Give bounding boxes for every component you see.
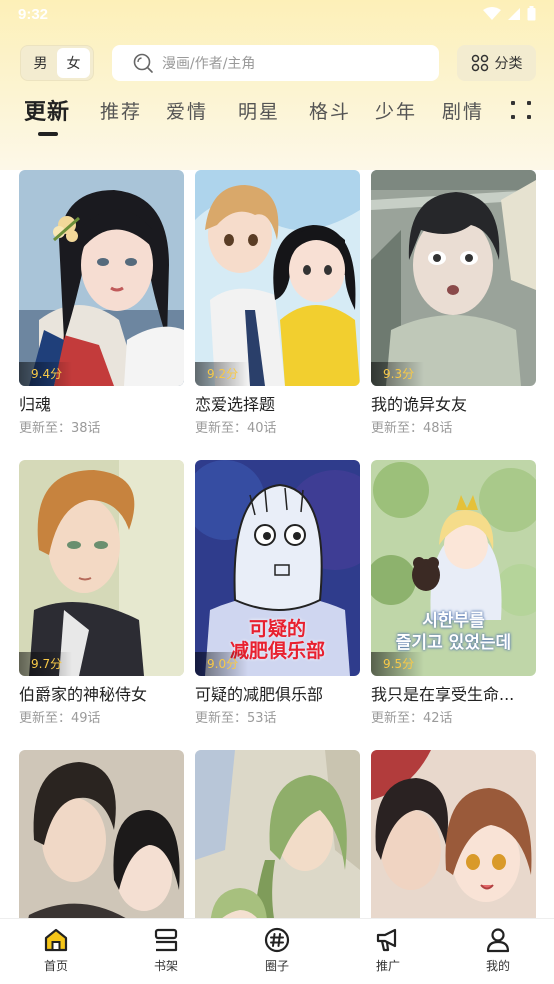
comic-title[interactable]: 我只是在享受生命... bbox=[371, 684, 536, 706]
hashtag-icon bbox=[264, 927, 290, 953]
top-header: 男 女 漫画/作者/主角 分类 bbox=[0, 44, 554, 84]
nav-community[interactable]: 圈子 bbox=[247, 927, 307, 979]
comic-card[interactable]: 9.7分 伯爵家的神秘侍女 更新至：49话 bbox=[19, 460, 184, 728]
rating-badge: 9.3分 bbox=[371, 362, 425, 386]
cover-art bbox=[195, 170, 360, 386]
tab-drama[interactable]: 剧情 bbox=[442, 97, 484, 124]
comic-grid: 9.4分 归魂 更新至：38话 9.2分 恋爱选择题 更新至：40话 9.3分 … bbox=[0, 170, 554, 918]
tab-update[interactable]: 更新 bbox=[24, 94, 70, 126]
cover-art bbox=[371, 170, 536, 386]
comic-cover[interactable]: 시한부를 즐기고 있었는데 9.5分 bbox=[371, 460, 536, 676]
comic-cover[interactable]: 9.2分 bbox=[195, 170, 360, 386]
comic-title[interactable]: 恋爱选择题 bbox=[195, 394, 360, 416]
comic-title[interactable]: 我的诡异女友 bbox=[371, 394, 536, 416]
gender-toggle[interactable]: 男 女 bbox=[20, 45, 94, 81]
comic-title[interactable]: 可疑的减肥俱乐部 bbox=[195, 684, 360, 706]
comic-title[interactable]: 归魂 bbox=[19, 394, 184, 416]
tab-active-indicator bbox=[38, 132, 58, 136]
search-placeholder: 漫画/作者/主角 bbox=[162, 56, 256, 72]
cover-art bbox=[19, 750, 184, 918]
comic-cover[interactable] bbox=[19, 750, 184, 918]
comic-update: 更新至：48话 bbox=[371, 421, 453, 436]
comic-update: 更新至：53话 bbox=[195, 711, 277, 726]
comic-cover[interactable] bbox=[195, 750, 360, 918]
comic-card[interactable]: 9.4分 归魂 更新至：38话 bbox=[19, 170, 184, 438]
comic-cover[interactable]: 可疑的 减肥俱乐部 9.0分 bbox=[195, 460, 360, 676]
status-icons bbox=[483, 6, 536, 21]
cover-title-text: 시한부를 즐기고 있었는데 bbox=[395, 611, 512, 653]
comic-update: 更新至：42话 bbox=[371, 711, 453, 726]
nav-home[interactable]: 首页 bbox=[26, 927, 86, 979]
comic-cover[interactable] bbox=[371, 750, 536, 918]
tab-fighting[interactable]: 格斗 bbox=[309, 97, 351, 124]
category-grid-icon bbox=[471, 54, 488, 72]
status-bar: 9:32 bbox=[0, 0, 554, 30]
nav-promote[interactable]: 推广 bbox=[358, 927, 418, 979]
rating-badge: 9.4分 bbox=[19, 362, 73, 386]
signal-icon bbox=[508, 7, 520, 20]
nav-home-label: 首页 bbox=[43, 959, 68, 973]
nav-promote-label: 推广 bbox=[375, 959, 400, 973]
cover-art bbox=[19, 170, 184, 386]
tab-youth[interactable]: 少年 bbox=[375, 97, 417, 124]
comic-cover[interactable]: 9.4分 bbox=[19, 170, 184, 386]
nav-profile-label: 我的 bbox=[485, 959, 510, 973]
bookshelf-icon bbox=[154, 928, 178, 952]
megaphone-icon bbox=[376, 928, 397, 952]
comic-card[interactable]: 可疑的 减肥俱乐部 9.0分 可疑的减肥俱乐部 更新至：53话 bbox=[195, 460, 360, 728]
comic-card[interactable] bbox=[195, 750, 360, 918]
tab-recommend[interactable]: 推荐 bbox=[100, 97, 142, 124]
rating-badge: 9.0分 bbox=[195, 652, 249, 676]
search-icon bbox=[133, 53, 153, 73]
cover-art bbox=[371, 750, 536, 918]
gender-option-female[interactable]: 女 bbox=[57, 48, 90, 78]
nav-bookshelf[interactable]: 书架 bbox=[136, 927, 196, 979]
wifi-icon bbox=[483, 6, 501, 20]
comic-title[interactable]: 伯爵家的神秘侍女 bbox=[19, 684, 184, 706]
search-input[interactable]: 漫画/作者/主角 bbox=[112, 45, 439, 81]
comic-card[interactable]: 시한부를 즐기고 있었는데 9.5分 我只是在享受生命... 更新至：42话 bbox=[371, 460, 536, 728]
comic-card[interactable]: 9.3分 我的诡异女友 更新至：48话 bbox=[371, 170, 536, 438]
rating-badge: 9.5分 bbox=[371, 652, 425, 676]
nav-bookshelf-label: 书架 bbox=[153, 959, 178, 973]
genre-tabs: 更新 推荐 爱情 明星 格斗 少年 剧情 bbox=[0, 94, 554, 140]
comic-card[interactable] bbox=[19, 750, 184, 918]
more-tabs-icon[interactable] bbox=[510, 98, 532, 120]
comic-cover[interactable]: 9.7分 bbox=[19, 460, 184, 676]
battery-icon bbox=[527, 6, 536, 21]
comic-cover[interactable]: 9.3分 bbox=[371, 170, 536, 386]
comic-card[interactable] bbox=[371, 750, 536, 918]
home-icon bbox=[44, 928, 68, 952]
category-label: 分类 bbox=[494, 56, 523, 72]
rating-badge: 9.7分 bbox=[19, 652, 73, 676]
comic-card[interactable]: 9.2分 恋爱选择题 更新至：40话 bbox=[195, 170, 360, 438]
category-button[interactable]: 分类 bbox=[457, 45, 536, 81]
status-time: 9:32 bbox=[18, 6, 49, 23]
comic-update: 更新至：40话 bbox=[195, 421, 277, 436]
cover-art bbox=[19, 460, 184, 676]
comic-update: 更新至：38话 bbox=[19, 421, 101, 436]
tab-romance[interactable]: 爱情 bbox=[166, 97, 208, 124]
nav-profile[interactable]: 我的 bbox=[468, 927, 528, 979]
gender-option-male[interactable]: 男 bbox=[24, 48, 57, 78]
user-icon bbox=[486, 928, 510, 953]
rating-badge: 9.2分 bbox=[195, 362, 249, 386]
comic-update: 更新至：49话 bbox=[19, 711, 101, 726]
nav-community-label: 圈子 bbox=[264, 959, 289, 973]
bottom-nav: 首页 书架 圈子 推广 我的 bbox=[0, 918, 554, 984]
tab-celebrity[interactable]: 明星 bbox=[238, 97, 280, 124]
cover-art bbox=[195, 750, 360, 918]
